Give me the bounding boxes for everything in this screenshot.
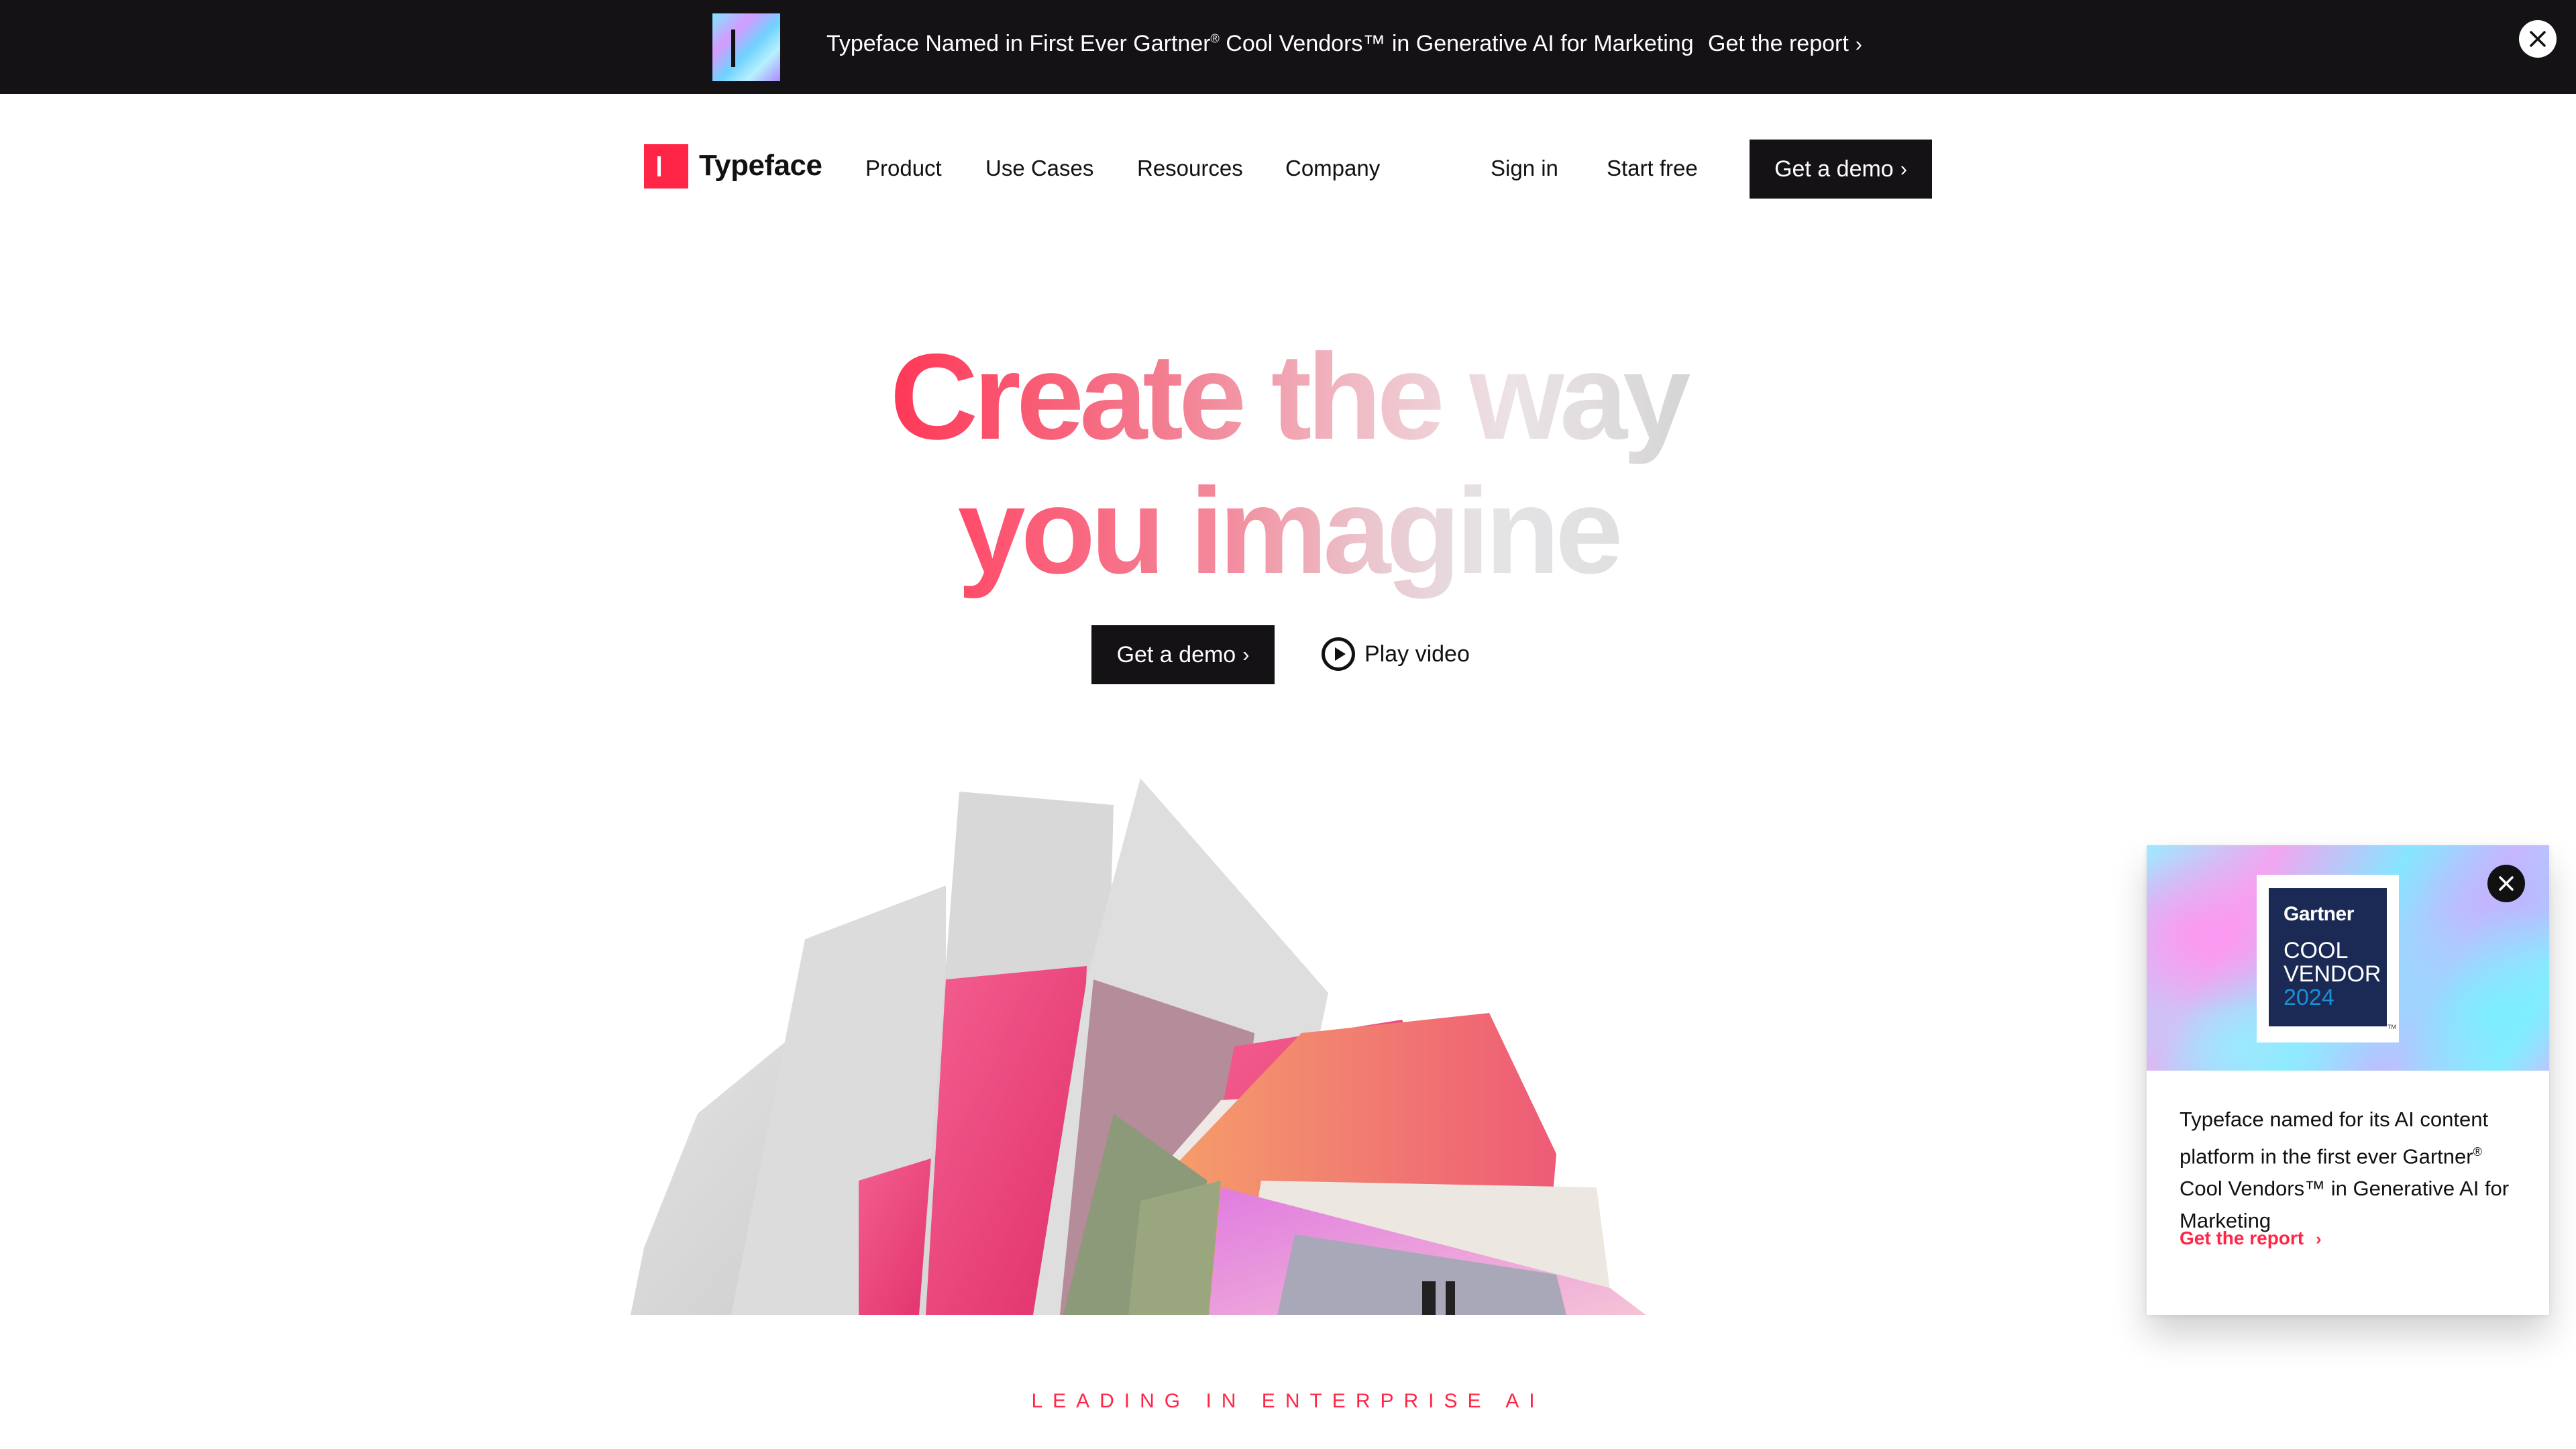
- badge-line2: VENDOR: [2284, 961, 2381, 987]
- headline-text: you imagine: [954, 470, 1623, 612]
- promo-text: Typeface named for its AI content platfo…: [2180, 1108, 2489, 1169]
- close-icon: [2530, 31, 2546, 47]
- get-report-link[interactable]: Get the report ›: [1708, 31, 1862, 57]
- promo-link-label: Get the report: [2180, 1228, 2304, 1248]
- badge-brand: Gartner: [2284, 903, 2354, 925]
- promo-body-text: Typeface named for its AI content platfo…: [2180, 1104, 2528, 1237]
- headline-text: Create the way: [886, 335, 1691, 478]
- announcement-text: Typeface Named in First Ever Gartner: [826, 31, 1211, 56]
- get-report-label: Get the report: [1708, 31, 1849, 56]
- typeface-logo-icon[interactable]: [644, 144, 688, 189]
- promo-close-button[interactable]: [2487, 865, 2525, 902]
- badge-line1: COOL: [2284, 938, 2349, 963]
- gartner-badge: Gartner COOL VENDOR 2024 TM: [2257, 875, 2399, 1042]
- close-icon: [2499, 876, 2514, 891]
- play-video-button[interactable]: Play video: [1322, 637, 1470, 671]
- brand-name[interactable]: Typeface: [699, 149, 822, 182]
- announcement-bar: Typeface Named in First Ever Gartner® Co…: [0, 0, 2576, 94]
- nav-resources[interactable]: Resources: [1137, 156, 1243, 181]
- registered-mark: ®: [2473, 1145, 2482, 1159]
- nav-get-demo-label: Get a demo: [1774, 156, 1894, 182]
- badge-year: 2024: [2284, 985, 2334, 1010]
- promo-get-report-link[interactable]: Get the report ›: [2180, 1228, 2322, 1249]
- nav-company[interactable]: Company: [1285, 156, 1380, 181]
- announcement-text-suffix: Cool Vendors™ in Generative AI for Marke…: [1219, 31, 1694, 56]
- section-tagline: LEADING IN ENTERPRISE AI: [1031, 1390, 1545, 1412]
- hero-headline-line1: Create the way: [0, 335, 2576, 478]
- registered-mark: ®: [1210, 32, 1220, 46]
- play-icon: [1322, 637, 1355, 671]
- announcement-message: Typeface Named in First Ever Gartner® Co…: [826, 31, 1694, 57]
- announcement-thumbnail: [712, 13, 780, 81]
- chevron-right-icon: ›: [1900, 157, 1907, 180]
- hero-get-demo-label: Get a demo: [1116, 641, 1236, 667]
- sign-in-link[interactable]: Sign in: [1491, 156, 1558, 181]
- chevron-right-icon: ›: [2316, 1230, 2322, 1248]
- nav-product[interactable]: Product: [865, 156, 942, 181]
- promo-text-suffix: Cool Vendors™ in Generative AI for Marke…: [2180, 1177, 2510, 1233]
- nav-get-demo-button[interactable]: Get a demo ›: [1750, 140, 1932, 199]
- chevron-right-icon: ›: [1855, 33, 1862, 56]
- hero-image-collage: [631, 751, 1892, 1315]
- gartner-promo-card: Gartner COOL VENDOR 2024 TM Typeface nam…: [2147, 845, 2549, 1315]
- collage-illustration: [631, 778, 1646, 1315]
- badge-trademark: TM: [2387, 1024, 2396, 1030]
- play-video-label: Play video: [1364, 641, 1470, 667]
- start-free-link[interactable]: Start free: [1607, 156, 1698, 181]
- nav-use-cases[interactable]: Use Cases: [985, 156, 1093, 181]
- chevron-right-icon: ›: [1242, 643, 1250, 666]
- announcement-close-button[interactable]: [2519, 20, 2557, 58]
- hero-get-demo-button[interactable]: Get a demo ›: [1091, 625, 1275, 684]
- hero-headline-line2: you imagine: [0, 470, 2576, 612]
